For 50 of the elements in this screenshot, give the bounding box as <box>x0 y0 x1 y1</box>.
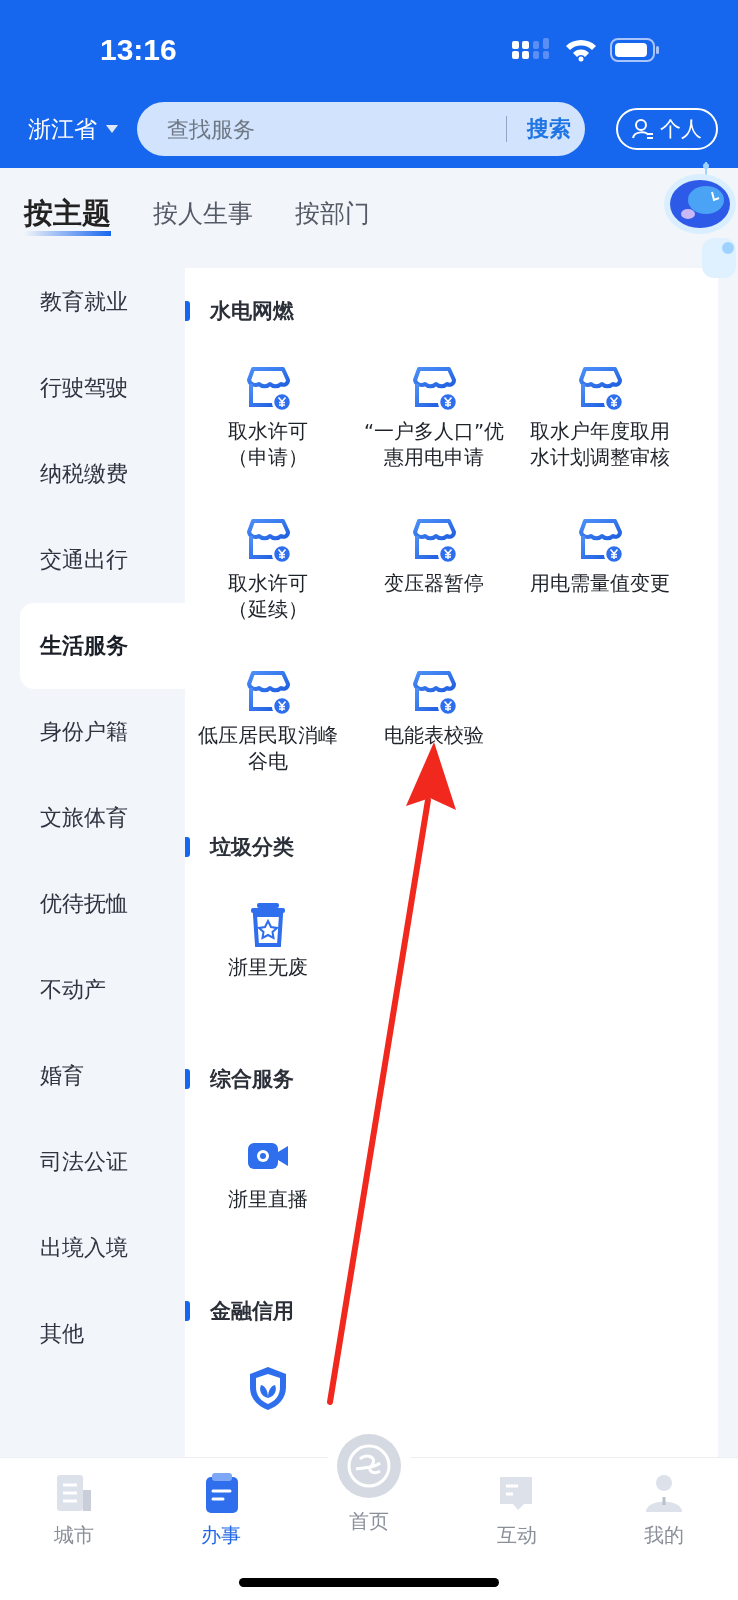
status-time: 13:16 <box>100 33 177 67</box>
region-selector[interactable]: 浙江省 <box>28 102 119 156</box>
sidebar-item[interactable]: 文旅体育 <box>0 775 185 861</box>
service-item[interactable]: 浙里无废 <box>185 881 351 1033</box>
store-icon <box>411 517 457 563</box>
service-item[interactable]: 取水许可（延续） <box>185 497 351 649</box>
sidebar-item[interactable]: 其他 <box>0 1291 185 1377</box>
store-icon <box>411 669 457 715</box>
service-item[interactable]: 浙里直播 <box>185 1113 351 1265</box>
store-icon <box>577 365 623 411</box>
sidebar-item[interactable]: 身份户籍 <box>0 689 185 775</box>
sidebar-item[interactable]: 优待抚恤 <box>0 861 185 947</box>
sidebar-item[interactable]: 交通出行 <box>0 517 185 603</box>
sidebar-item[interactable]: 行驶驾驶 <box>0 345 185 431</box>
signal-icon <box>512 38 552 62</box>
store-icon <box>245 365 291 411</box>
section-marker <box>185 837 190 857</box>
service-item[interactable]: 取水许可（申请） <box>185 345 351 497</box>
personal-button[interactable]: 个人 <box>616 108 718 150</box>
sidebar-item[interactable]: 婚育 <box>0 1033 185 1119</box>
caret-icon <box>105 124 119 134</box>
section-title: 综合服务 <box>210 1066 294 1093</box>
store-icon <box>245 669 291 715</box>
sidebar-item[interactable]: 司法公证 <box>0 1119 185 1205</box>
section-marker <box>185 1069 190 1089</box>
tab[interactable]: 按人生事 <box>153 191 253 236</box>
service-item[interactable]: 电能表校验 <box>351 649 517 801</box>
sidebar-item[interactable]: 生活服务 <box>20 603 185 689</box>
sidebar-item[interactable]: 纳税缴费 <box>0 431 185 517</box>
section-title: 金融信用 <box>210 1298 294 1325</box>
nav-tab[interactable]: 办事 <box>147 1458 296 1568</box>
section-marker <box>185 301 190 321</box>
section-title: 水电网燃 <box>210 298 294 325</box>
service-item[interactable]: 用电需量值变更 <box>517 497 683 649</box>
service-item[interactable]: 变压器暂停 <box>351 497 517 649</box>
service-item[interactable]: 取水户年度取用水计划调整审核 <box>517 345 683 497</box>
store-icon <box>245 517 291 563</box>
store-icon <box>577 517 623 563</box>
person-switch-icon <box>632 118 654 140</box>
section-marker <box>185 1301 190 1321</box>
sidebar-item[interactable]: 出境入境 <box>0 1205 185 1291</box>
battery-icon <box>610 38 660 62</box>
service-item[interactable]: 低压居民取消峰谷电 <box>185 649 351 801</box>
wifi-icon <box>564 38 598 62</box>
service-item[interactable]: “一户多人口”优惠用电申请 <box>351 345 517 497</box>
section-title: 垃圾分类 <box>210 834 294 861</box>
sidebar-item[interactable]: 教育就业 <box>0 259 185 345</box>
tab[interactable]: 按部门 <box>295 191 370 236</box>
sidebar-item[interactable]: 不动产 <box>0 947 185 1033</box>
store-icon <box>411 365 457 411</box>
